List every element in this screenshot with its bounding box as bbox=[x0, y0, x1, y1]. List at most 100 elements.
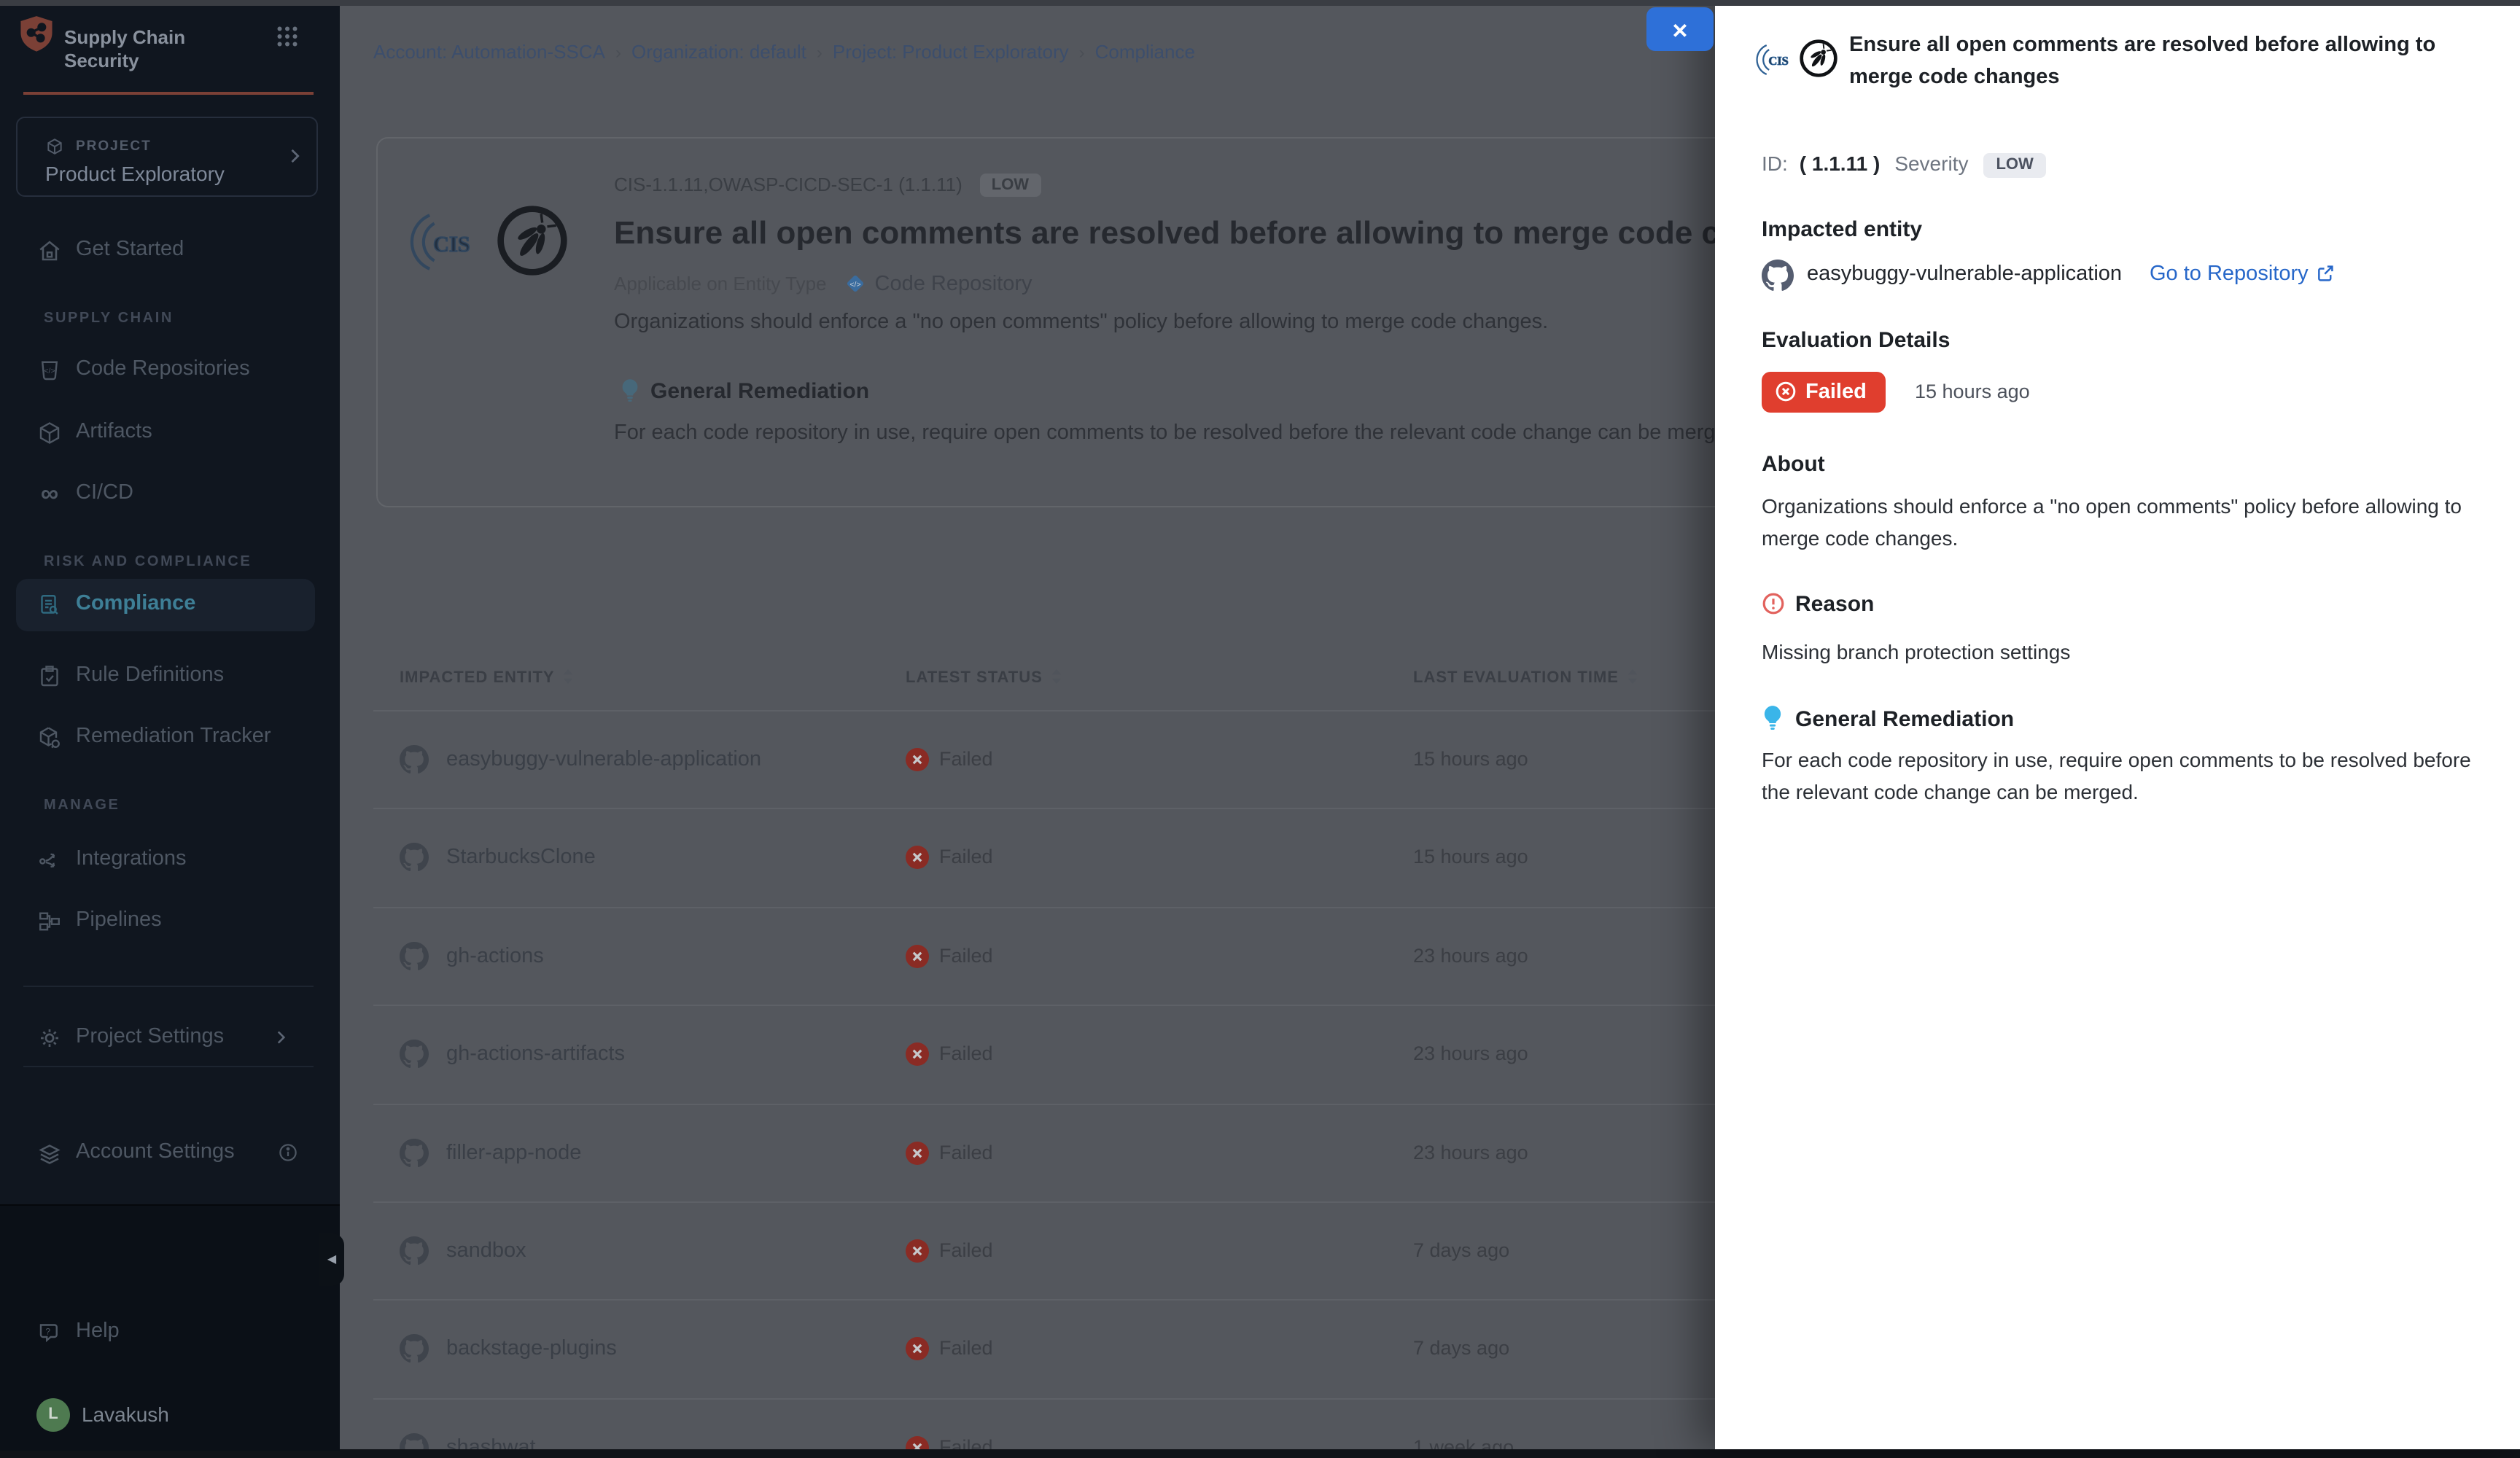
breadcrumb-project[interactable]: Project: Product Exploratory bbox=[833, 41, 1069, 63]
entity-type-name: Code Repository bbox=[875, 273, 1032, 296]
divider bbox=[23, 986, 314, 987]
sidebar-item-rule-definitions[interactable]: Rule Definitions bbox=[0, 652, 340, 701]
evaluation-time: 23 hours ago bbox=[1413, 945, 1528, 967]
sidebar-item-compliance[interactable]: Compliance bbox=[16, 579, 315, 631]
github-icon bbox=[400, 1138, 429, 1167]
svg-text:</>: </> bbox=[44, 367, 55, 375]
github-icon bbox=[1762, 260, 1794, 292]
status-label: Failed bbox=[939, 748, 993, 770]
table-row[interactable]: gh-actions-artifacts Failed 23 hours ago bbox=[373, 1005, 1715, 1103]
github-icon bbox=[400, 745, 429, 774]
github-icon bbox=[400, 1335, 429, 1364]
breadcrumb-organization[interactable]: Organization: default bbox=[631, 41, 806, 63]
sidebar-item-artifacts[interactable]: Artifacts bbox=[0, 408, 340, 458]
integrations-icon bbox=[36, 847, 63, 873]
status-label: Failed bbox=[939, 1239, 993, 1261]
app-window: Supply Chain Security PROJECT Product Ex… bbox=[0, 0, 2520, 1449]
cube-icon bbox=[36, 420, 63, 446]
entity-name: backstage-plugins bbox=[446, 1338, 617, 1361]
sidebar-item-help[interactable]: ? Help bbox=[0, 1308, 340, 1357]
sidebar-item-project-settings[interactable]: Project Settings bbox=[0, 1013, 340, 1063]
id-value: ( 1.1.11 ) bbox=[1800, 152, 1881, 175]
applicable-label: Applicable on Entity Type bbox=[614, 273, 827, 295]
breadcrumb-separator: › bbox=[817, 42, 822, 63]
sidebar-item-code-repositories[interactable]: </> Code Repositories bbox=[0, 346, 340, 395]
failed-status-icon bbox=[906, 945, 929, 968]
collapse-arrow-icon: ◀ bbox=[327, 1252, 336, 1266]
severity-badge: LOW bbox=[1983, 152, 2046, 177]
sidebar-item-label: Artifacts bbox=[76, 420, 152, 443]
sidebar-item-label: Account Settings bbox=[76, 1140, 235, 1163]
sidebar-item-cicd[interactable]: ∞ CI/CD bbox=[0, 469, 340, 519]
rule-summary-card: CIS-1.1.11,OWASP-CICD-SEC-1 (1.1.11)LOW … bbox=[376, 137, 1715, 507]
sidebar-item-label: Project Settings bbox=[76, 1025, 224, 1048]
table-row[interactable]: easybuggy-vulnerable-application Failed … bbox=[373, 710, 1715, 808]
failed-status-icon bbox=[906, 1435, 929, 1449]
table-row[interactable]: StarbucksClone Failed 15 hours ago bbox=[373, 808, 1715, 907]
evaluation-time: 7 days ago bbox=[1413, 1239, 1509, 1261]
failed-status-pill: Failed bbox=[1762, 372, 1886, 413]
remediation-heading-text: General Remediation bbox=[650, 379, 869, 404]
sidebar-item-integrations[interactable]: Integrations bbox=[0, 835, 340, 885]
reason-text: Missing branch protection settings bbox=[1762, 637, 2491, 668]
evaluation-time: 23 hours ago bbox=[1413, 1141, 1528, 1163]
chevron-right-icon bbox=[284, 146, 305, 166]
remediation-text: For each code repository in use, require… bbox=[614, 421, 1715, 445]
circle-x-icon bbox=[1775, 381, 1797, 402]
status-label: Failed bbox=[939, 1042, 993, 1064]
evaluation-time: 15 hours ago bbox=[1413, 748, 1528, 770]
about-heading: About bbox=[1762, 452, 1825, 477]
project-selector[interactable]: PROJECT Product Exploratory bbox=[16, 117, 318, 197]
sidebar-item-account-settings[interactable]: Account Settings bbox=[0, 1128, 340, 1178]
column-header-last-evaluation-time[interactable]: LAST EVALUATION TIME bbox=[1413, 666, 1639, 687]
table-row[interactable]: gh-actions Failed 23 hours ago bbox=[373, 907, 1715, 1005]
id-label: ID: bbox=[1762, 152, 1788, 175]
brand-divider bbox=[23, 92, 314, 95]
sidebar-item-get-started[interactable]: Get Started bbox=[0, 226, 340, 276]
sidebar-item-label: Rule Definitions bbox=[76, 663, 224, 687]
app-grid-icon[interactable] bbox=[274, 23, 300, 50]
status-label: Failed bbox=[939, 846, 993, 868]
table-row[interactable]: shashwat Failed 1 week ago bbox=[373, 1397, 1715, 1449]
evaluation-time: 23 hours ago bbox=[1413, 1042, 1528, 1064]
sidebar-collapse-button[interactable]: ◀ bbox=[319, 1233, 344, 1286]
close-drawer-button[interactable]: ✕ bbox=[1646, 7, 1714, 51]
sidebar-item-pipelines[interactable]: Pipelines bbox=[0, 897, 340, 946]
status-label: Failed bbox=[939, 945, 993, 967]
sidebar: Supply Chain Security PROJECT Product Ex… bbox=[0, 0, 340, 1449]
breadcrumb-compliance[interactable]: Compliance bbox=[1095, 41, 1195, 63]
github-icon bbox=[400, 843, 429, 873]
evaluation-time: 15 hours ago bbox=[1915, 381, 2030, 402]
column-header-latest-status[interactable]: LATEST STATUS bbox=[906, 666, 1063, 687]
status-label: Failed bbox=[939, 1338, 993, 1360]
gear-icon bbox=[36, 1025, 63, 1051]
sort-icon bbox=[1050, 666, 1063, 687]
user-menu[interactable]: L Lavakush bbox=[0, 1414, 340, 1458]
reason-heading-text: Reason bbox=[1795, 592, 1874, 617]
main-content: Account: Automation-SSCA › Organization: d… bbox=[340, 0, 1715, 1449]
sidebar-item-label: Remediation Tracker bbox=[76, 725, 271, 748]
table-row[interactable]: sandbox Failed 7 days ago bbox=[373, 1201, 1715, 1300]
svg-text:?: ? bbox=[45, 1326, 50, 1336]
table-row[interactable]: backstage-plugins Failed 7 days ago bbox=[373, 1300, 1715, 1398]
failed-status-icon bbox=[906, 1338, 929, 1361]
breadcrumb-separator: › bbox=[615, 42, 621, 63]
sidebar-item-label: Help bbox=[76, 1319, 120, 1343]
column-header-impacted-entity[interactable]: IMPACTED ENTITY bbox=[400, 666, 575, 687]
status-label: Failed bbox=[939, 1435, 993, 1449]
sidebar-item-label: Code Repositories bbox=[76, 357, 250, 381]
infinity-icon: ∞ bbox=[36, 481, 63, 507]
general-remediation-text: For each code repository in use, require… bbox=[1762, 745, 2491, 808]
table-row[interactable]: filler-app-node Failed 23 hours ago bbox=[373, 1103, 1715, 1201]
remediation-heading: General Remediation bbox=[620, 378, 869, 404]
cis-logo bbox=[410, 204, 480, 280]
go-to-repository-link[interactable]: Go to Repository bbox=[2150, 262, 2335, 286]
entity-name: StarbucksClone bbox=[446, 846, 596, 870]
sort-icon bbox=[562, 666, 575, 687]
breadcrumb-account[interactable]: Account: Automation-SSCA bbox=[373, 41, 605, 63]
sidebar-item-label: Compliance bbox=[76, 592, 195, 615]
impacted-entity-heading: Impacted entity bbox=[1762, 217, 1922, 242]
sidebar-item-remediation-tracker[interactable]: Remediation Tracker bbox=[0, 713, 340, 763]
section-header-manage: MANAGE bbox=[44, 798, 120, 818]
project-name: Product Exploratory bbox=[45, 162, 225, 185]
